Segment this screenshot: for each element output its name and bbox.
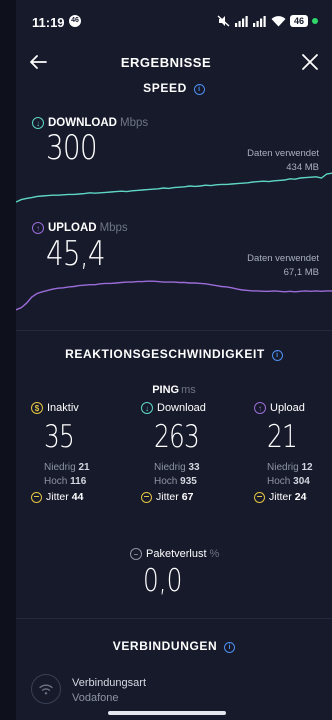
jitter-icon	[254, 491, 265, 503]
ping-download-label: Download	[157, 402, 206, 414]
upload-graph-line	[16, 280, 332, 311]
jitter-icon	[141, 491, 152, 503]
upload-unit: Mbps	[99, 222, 128, 234]
high-label: Hoch	[154, 476, 178, 487]
packet-loss-value: 0,0	[143, 563, 183, 599]
ping-column-download: ↓ Download 263 Niedrig 33 Hoch 935 Jitte…	[141, 402, 237, 503]
low-label: Niedrig	[267, 462, 299, 473]
jitter-value: 67	[181, 491, 194, 503]
ping-download-header: ↓ Download	[141, 402, 237, 414]
speed-info-icon[interactable]: i	[193, 84, 205, 95]
ping-download-high: Hoch 935	[154, 476, 237, 487]
status-icons: 46	[217, 14, 318, 28]
page-title: ERGEBNISSE	[120, 55, 212, 70]
home-indicator[interactable]	[108, 711, 226, 715]
ping-upload-header: ↑ Upload	[254, 402, 332, 414]
jitter-value: 44	[71, 491, 84, 503]
packet-loss-header: – Paketverlust %	[130, 548, 219, 560]
packet-loss-label: Paketverlust	[146, 548, 207, 560]
connection-type-value: Vodafone	[72, 692, 119, 704]
jitter-icon	[31, 491, 42, 503]
background-app-edge	[0, 0, 16, 720]
ping-upload-low: Niedrig 12	[267, 462, 332, 473]
speed-section-title: SPEED i	[16, 81, 332, 95]
wifi-icon	[271, 16, 286, 27]
signal-icon-2	[252, 16, 266, 27]
ping-idle-label: Inaktiv	[47, 402, 79, 414]
ping-column-idle: $ Inaktiv 35 Niedrig 21 Hoch 116 Jitter 4…	[31, 402, 127, 503]
high-value: 116	[70, 476, 87, 487]
jitter-value: 24	[294, 491, 307, 503]
reaction-section-title: REAKTIONSGESCHWINDIGKEIT i	[16, 347, 332, 361]
notification-badge: 46	[69, 15, 81, 27]
ping-label: PING	[152, 384, 180, 396]
upload-label-text: UPLOAD	[48, 222, 97, 234]
upload-arrow-icon: ↑	[32, 222, 44, 234]
divider	[16, 618, 332, 619]
download-graph-line	[16, 172, 332, 203]
packet-loss-unit: %	[209, 548, 220, 560]
high-label: Hoch	[44, 476, 68, 487]
ping-download-jitter: Jitter 67	[141, 491, 237, 503]
download-arrow-icon: ↓	[141, 402, 153, 414]
upload-used-label: Daten verwendet	[247, 253, 319, 264]
ping-title: PING ms	[16, 384, 332, 396]
high-value: 935	[180, 476, 197, 487]
ping-idle-high: Hoch 116	[44, 476, 127, 487]
jitter-label: Jitter	[46, 491, 69, 503]
reaction-info-icon[interactable]: i	[271, 350, 283, 361]
ping-idle-low: Niedrig 21	[44, 462, 127, 473]
connections-info-icon[interactable]: i	[224, 642, 236, 653]
ping-upload-high: Hoch 304	[267, 476, 332, 487]
ping-upload-label: Upload	[270, 402, 305, 414]
download-graph	[16, 172, 332, 203]
high-label: Hoch	[267, 476, 291, 487]
upload-graph	[16, 280, 332, 311]
ping-download-low: Niedrig 33	[154, 462, 237, 473]
speed-title: SPEED	[143, 81, 187, 95]
wifi-icon	[39, 684, 53, 695]
ping-download-value: 263	[154, 419, 200, 455]
packet-loss-icon: –	[130, 548, 142, 560]
ping-unit: ms	[181, 384, 196, 396]
ping-upload-value: 21	[267, 419, 298, 455]
download-value: 300	[46, 128, 98, 168]
signal-icon	[234, 16, 248, 27]
mute-icon	[217, 15, 230, 27]
low-label: Niedrig	[44, 462, 76, 473]
download-used-label: Daten verwendet	[247, 148, 319, 159]
ping-idle-jitter: Jitter 44	[31, 491, 127, 503]
jitter-label: Jitter	[269, 491, 292, 503]
low-value: 12	[301, 462, 313, 473]
jitter-label: Jitter	[156, 491, 179, 503]
privacy-dot-icon	[312, 18, 318, 24]
divider	[16, 330, 332, 331]
status-time: 11:19	[32, 15, 65, 30]
ping-upload-jitter: Jitter 24	[254, 491, 332, 503]
download-unit: Mbps	[120, 117, 149, 129]
close-icon[interactable]	[300, 52, 320, 72]
connections-title: VERBINDUNGEN	[112, 639, 218, 653]
upload-arrow-icon: ↑	[254, 402, 266, 414]
idle-icon: $	[31, 402, 43, 414]
low-value: 21	[78, 462, 90, 473]
ping-idle-value: 35	[44, 419, 75, 455]
connection-type-label: Verbindungsart	[72, 677, 146, 689]
low-value: 33	[188, 462, 200, 473]
ping-idle-header: $ Inaktiv	[31, 402, 127, 414]
connections-section-title: VERBINDUNGEN i	[16, 639, 332, 653]
wifi-connection-icon	[31, 674, 61, 704]
upload-label: ↑ UPLOAD Mbps	[32, 222, 128, 234]
download-arrow-icon: ↓	[32, 117, 44, 129]
reaction-title: REAKTIONSGESCHWINDIGKEIT	[65, 347, 265, 361]
status-bar: 11:19 46 46	[0, 0, 332, 40]
ping-column-upload: ↑ Upload 21 Niedrig 12 Hoch 304 Jitter 24	[254, 402, 332, 503]
high-value: 304	[293, 476, 310, 487]
battery-icon: 46	[289, 15, 308, 27]
low-label: Niedrig	[154, 462, 186, 473]
